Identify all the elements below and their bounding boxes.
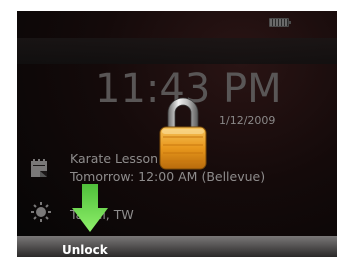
status-bar [17,11,337,33]
unlock-label[interactable]: Unlock [62,243,108,257]
lock-screen: 11:43 PM 1/12/2009 Karate Lesson Tomorro… [17,11,337,257]
padlock-icon [159,97,207,170]
appointment-time: Tomorrow: 12:00 AM (Bellevue) [70,169,266,184]
calendar-icon [31,159,47,177]
appointment-title: Karate Lesson [70,151,159,166]
clock-date: 1/12/2009 [219,114,276,127]
header-band [17,38,337,64]
down-arrow-icon[interactable] [72,184,108,232]
weather-sun-icon [31,202,51,222]
battery-icon [269,18,291,27]
